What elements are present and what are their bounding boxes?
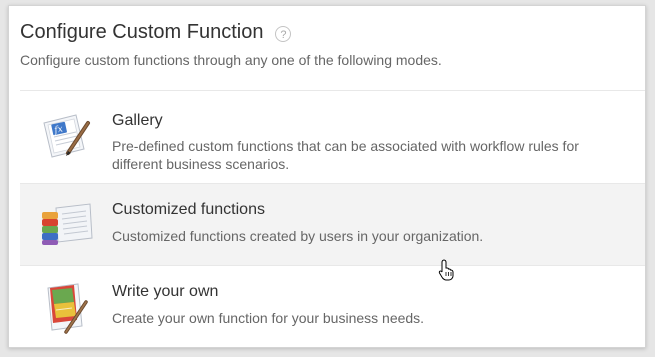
hand-pointer-cursor-icon [438, 259, 456, 281]
dialog-title: Configure Custom Function [20, 21, 264, 43]
help-icon[interactable]: ? [275, 25, 292, 42]
option-customized-functions[interactable]: Customized functions Customized function… [20, 183, 645, 266]
configure-custom-function-dialog: Configure Custom Function ? Configure cu… [8, 5, 646, 348]
option-gallery-description: Pre-defined custom functions that can be… [112, 138, 579, 172]
notebook-pencil-icon [38, 280, 94, 336]
stacked-books-document-icon [38, 198, 94, 254]
dialog-header: Configure Custom Function ? [20, 20, 292, 44]
option-write-your-own-title: Write your own [112, 283, 219, 300]
dialog-subtitle: Configure custom functions through any o… [20, 52, 442, 68]
option-customized-functions-title: Customized functions [112, 201, 265, 218]
option-write-your-own-description: Create your own function for your busine… [112, 310, 425, 326]
option-customized-functions-description: Customized functions created by users in… [112, 228, 484, 244]
option-gallery[interactable]: fx Gallery Pre-defined custom functions … [20, 91, 645, 183]
option-gallery-title: Gallery [112, 112, 163, 129]
gallery-fx-document-icon: fx [38, 109, 94, 165]
option-write-your-own[interactable]: Write your own Create your own function … [20, 266, 645, 349]
